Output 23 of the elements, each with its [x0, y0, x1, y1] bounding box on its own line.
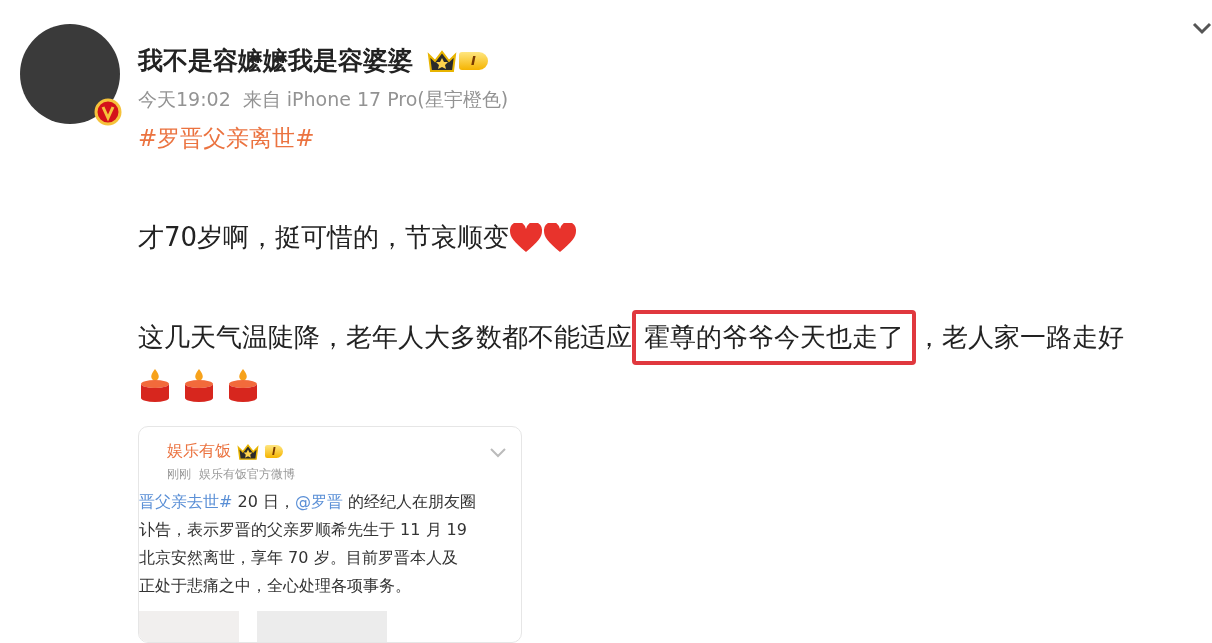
author-name[interactable]: 我不是容嬷嬷我是容婆婆: [138, 44, 413, 77]
embedded-text-line: 晋父亲去世# 20 日，@罗晋 的经纪人在朋友圈: [139, 491, 478, 514]
embedded-time: 刚刚: [167, 466, 191, 484]
heart-icon: [509, 222, 544, 253]
embedded-text-line: 北京安然离世，享年 70 岁。目前罗晋本人及: [139, 547, 459, 570]
verified-badge-icon: [94, 98, 122, 126]
post-text: 才70岁啊，挺可惜的，节哀顺变: [138, 221, 510, 255]
crown-icon: [237, 443, 259, 461]
crown-icon: [427, 48, 457, 73]
embedded-text-line: 正处于悲痛之中，全心处理各项事务。: [139, 575, 412, 598]
heart-icon: [543, 222, 578, 253]
post-time: 今天19:02: [138, 87, 231, 112]
embedded-source: 娱乐有饭官方微博: [199, 466, 295, 484]
chevron-down-icon: [489, 447, 507, 460]
embedded-text-line: 讣告，表示罗晋的父亲罗顺希先生于 11 月 19: [139, 519, 468, 542]
level-badge: I: [459, 51, 488, 70]
post-text: 这几天气温陡降，老年人大多数都不能适应: [138, 320, 632, 354]
post-text: ，老人家一路走好: [916, 320, 1124, 354]
embedded-level-badge: I: [265, 445, 283, 459]
post-source: 来自 iPhone 17 Pro(星宇橙色): [242, 87, 509, 112]
embedded-author: 娱乐有饭: [167, 441, 231, 463]
highlighted-text: 霍尊的爷爷今天也走了: [632, 309, 916, 365]
chevron-down-icon[interactable]: [1192, 22, 1212, 36]
